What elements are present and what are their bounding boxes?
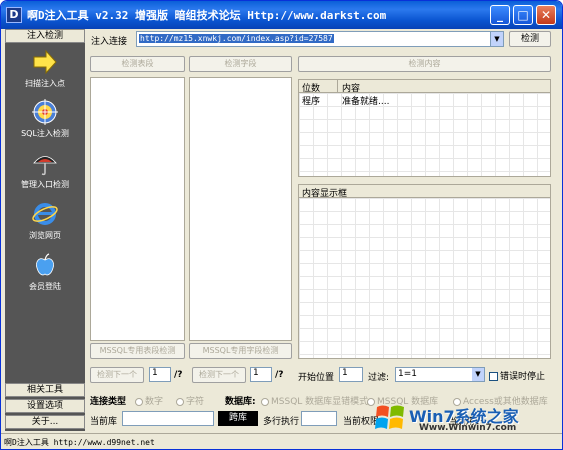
next-field-input[interactable]: 1 (250, 367, 272, 382)
stop-on-error-label: 错误时停止 (500, 372, 546, 382)
url-label: 注入连接 (91, 37, 128, 47)
sidebar-item-scan[interactable]: 扫描注入点 (5, 49, 85, 89)
next-table-total: /? (174, 370, 183, 380)
apple-icon (36, 253, 54, 276)
radio-mssql-error[interactable]: MSSQL 数据库显错模式 (261, 394, 368, 407)
sidebar-item-label: 扫描注入点 (25, 79, 65, 88)
mssql-table-button[interactable]: MSSQL专用表段检测 (90, 343, 185, 359)
windows-logo-icon (375, 405, 404, 429)
content-display[interactable]: 内容显示框 (298, 184, 551, 359)
next-field-total: /? (275, 370, 284, 380)
detect-next-field-button[interactable]: 检测下一个 (192, 367, 246, 383)
watermark-url: Www.Winwin7.com (419, 423, 517, 433)
status-bar: 啊D注入工具 http://www.d99net.net (1, 433, 562, 449)
radio-icon (176, 397, 184, 406)
detect-field-button[interactable]: 检测字段 (189, 56, 292, 72)
result-table-header: 位数 内容 (299, 80, 550, 94)
sidebar-header[interactable]: 注入检测 (5, 29, 85, 43)
detect-table-button[interactable]: 检测表段 (90, 56, 185, 72)
sidebar-item-label: SQL注入检测 (21, 129, 69, 138)
multi-exec-label: 多行执行 (263, 417, 300, 427)
window-title: 啊D注入工具 v2.32 增强版 暗组技术论坛 Http://www.darks… (27, 9, 387, 22)
sidebar-item-browse[interactable]: 浏览网页 (5, 201, 85, 241)
radio-label: 数字 (145, 397, 164, 407)
table-row[interactable]: 程序 准备就绪.... (299, 94, 550, 107)
content-display-header: 内容显示框 (299, 185, 550, 199)
sidebar-item-label: 会员登陆 (29, 282, 61, 291)
umbrella-icon (33, 156, 57, 176)
table-list[interactable] (90, 77, 185, 341)
radio-string[interactable]: 字符 (176, 394, 204, 407)
mssql-field-button[interactable]: MSSQL专用字段检测 (189, 343, 292, 359)
url-combobox[interactable]: http://mz15.xnwkj.com/index.asp?id=27587… (136, 31, 504, 47)
multi-exec-input[interactable] (301, 411, 337, 426)
filter-label: 过滤: (368, 373, 390, 383)
sidebar-item-label: 管理入口检测 (21, 180, 69, 189)
table-cell: 程序 (302, 97, 321, 107)
detect-button[interactable]: 检测 (509, 31, 551, 47)
radio-label: 字符 (186, 397, 205, 407)
cross-db-button[interactable]: 跨库 (218, 411, 258, 426)
current-db-label: 当前库 (90, 417, 118, 427)
chevron-down-icon[interactable]: ▼ (472, 368, 484, 381)
app-icon: D (6, 7, 22, 23)
status-text: 啊D注入工具 http://www.d99net.net (4, 438, 155, 447)
current-db-input[interactable] (122, 411, 214, 426)
related-tools-button[interactable]: 相关工具 (5, 383, 85, 397)
detect-content-button[interactable]: 检测内容 (298, 56, 551, 72)
field-list[interactable] (189, 77, 292, 341)
sidebar: 注入检测 扫描注入点 SQL注入检测 管理入口检测 浏览网页 会员登陆 相关工具… (5, 29, 85, 431)
detect-next-table-button[interactable]: 检测下一个 (90, 367, 144, 383)
column-header[interactable]: 内容 (342, 81, 360, 94)
checkbox-icon (489, 372, 498, 381)
sidebar-item-admin[interactable]: 管理入口检测 (5, 150, 85, 190)
url-input[interactable]: http://mz15.xnwkj.com/index.asp?id=27587 (139, 34, 334, 43)
start-position-label: 开始位置 (298, 373, 335, 383)
main-window: D 啊D注入工具 v2.32 增强版 暗组技术论坛 Http://www.dar… (0, 0, 563, 450)
table-cell: 准备就绪.... (342, 97, 390, 107)
title-bar[interactable]: D 啊D注入工具 v2.32 增强版 暗组技术论坛 Http://www.dar… (1, 1, 562, 29)
radio-label: MSSQL 数据库显错模式 (271, 397, 369, 407)
sidebar-item-member[interactable]: 会员登陆 (5, 252, 85, 292)
sidebar-item-sql[interactable]: SQL注入检测 (5, 99, 85, 139)
close-button[interactable]: ✕ (536, 5, 556, 25)
database-label: 数据库: (225, 397, 256, 407)
target-icon (32, 99, 58, 125)
filter-value: 1=1 (398, 369, 417, 379)
radio-number[interactable]: 数字 (135, 394, 163, 407)
result-table[interactable]: 位数 内容 程序 准备就绪.... (298, 79, 551, 177)
start-position-input[interactable]: 1 (339, 367, 363, 382)
content-display-title: 内容显示框 (302, 189, 348, 199)
watermark: Win7系统之家 Www.Winwin7.com (373, 403, 562, 433)
ie-icon (32, 203, 58, 225)
radio-icon (261, 397, 269, 406)
next-table-input[interactable]: 1 (149, 367, 171, 382)
chevron-down-icon[interactable]: ▼ (490, 32, 503, 46)
maximize-button[interactable]: □ (513, 5, 533, 25)
minimize-button[interactable]: _ (490, 5, 510, 25)
column-header[interactable]: 位数 (302, 81, 320, 94)
radio-icon (135, 397, 143, 406)
connection-type-label: 连接类型 (90, 397, 127, 407)
stop-on-error-checkbox[interactable]: 错误时停止 (489, 369, 545, 382)
about-button[interactable]: 关于... (5, 415, 85, 429)
arrow-icon (33, 49, 57, 75)
filter-select[interactable]: 1=1 ▼ (395, 367, 485, 382)
settings-button[interactable]: 设置选项 (5, 399, 85, 413)
sidebar-item-label: 浏览网页 (29, 231, 61, 240)
